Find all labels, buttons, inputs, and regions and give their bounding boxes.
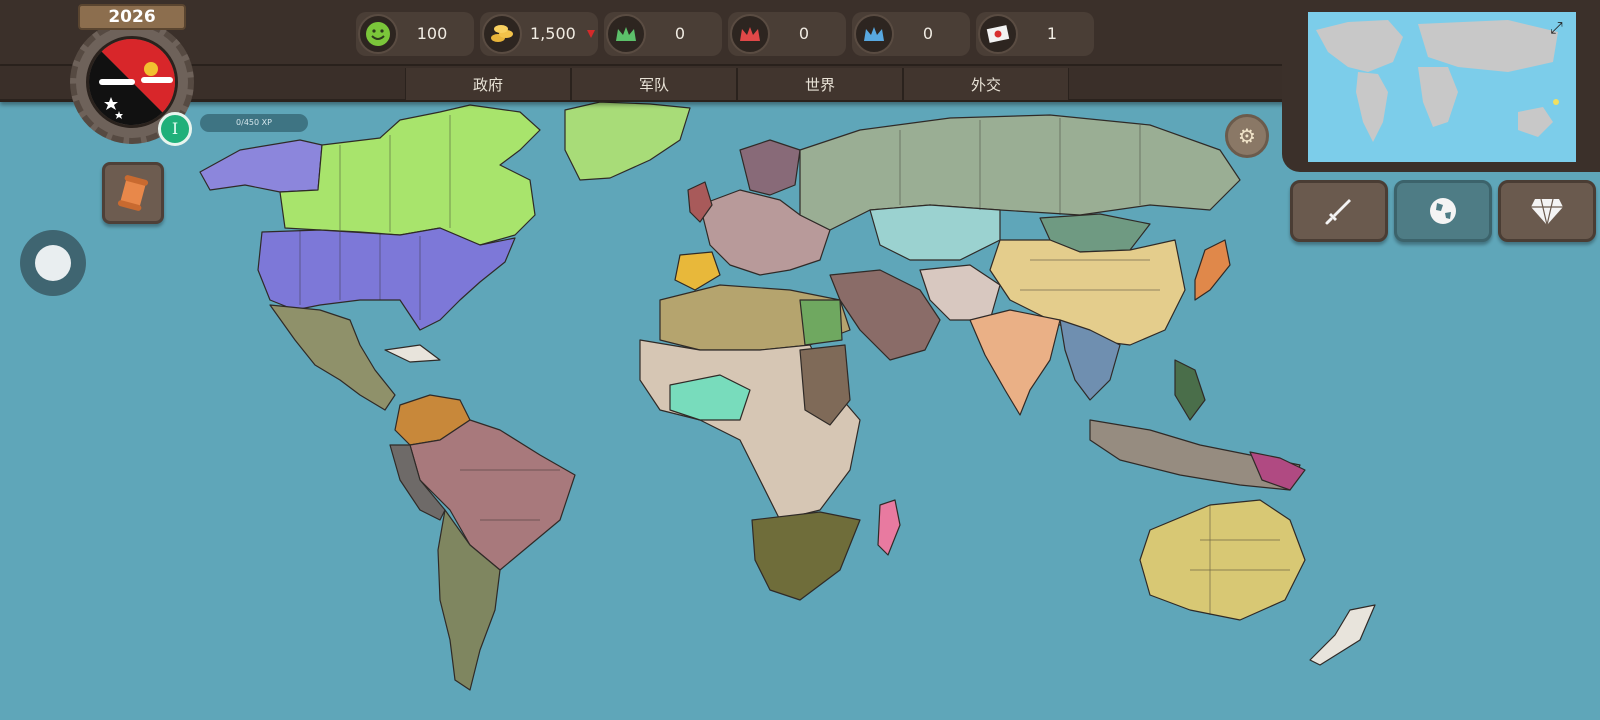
resource-stability[interactable]: 100	[356, 12, 474, 56]
tab-government[interactable]: 政府	[405, 68, 571, 100]
flag-card-icon	[978, 14, 1018, 54]
tab-diplomacy[interactable]: 外交	[903, 68, 1069, 100]
resource-gold[interactable]: 1,500	[480, 12, 598, 56]
region-egypt	[799, 299, 843, 346]
xp-progress-bar: 0/450 XP	[200, 114, 308, 132]
flags-value: 1	[1046, 24, 1058, 43]
sword-icon	[1325, 199, 1351, 225]
globe-icon	[1430, 198, 1456, 224]
tab-army[interactable]: 军队	[571, 68, 737, 100]
sword-button[interactable]	[1290, 180, 1388, 242]
settings-gear-icon[interactable]: ⚙	[1225, 114, 1269, 158]
expand-icon[interactable]: ⤢	[1550, 18, 1563, 38]
resource-green-crown[interactable]: 0	[604, 12, 722, 56]
joystick-knob[interactable]	[35, 245, 71, 281]
gold-coins-icon	[482, 14, 522, 54]
camera-joystick[interactable]	[20, 230, 86, 296]
scroll-icon	[117, 175, 149, 211]
resource-blue-crown[interactable]: 0	[852, 12, 970, 56]
green-crown-icon	[606, 14, 646, 54]
resource-red-crown[interactable]: 0	[728, 12, 846, 56]
blue-crown-icon	[854, 14, 894, 54]
blue-crown-value: 0	[922, 24, 934, 43]
year-label: 2026	[78, 4, 186, 30]
minimap[interactable]	[1308, 12, 1576, 162]
diamond-icon	[1531, 198, 1563, 226]
diamond-button[interactable]	[1498, 180, 1596, 242]
scroll-button[interactable]	[102, 162, 164, 224]
player-level-badge[interactable]: I	[158, 112, 192, 146]
gold-value: 1,500	[530, 24, 576, 43]
stability-value: 100	[416, 24, 448, 43]
green-crown-value: 0	[674, 24, 686, 43]
region-scandinavia	[739, 139, 801, 196]
red-crown-value: 0	[798, 24, 810, 43]
globe-button[interactable]	[1394, 180, 1492, 242]
gold-down-arrow-icon	[587, 30, 595, 38]
smiley-icon	[358, 14, 398, 54]
tab-world[interactable]: 世界	[737, 68, 903, 100]
red-crown-icon	[730, 14, 770, 54]
resource-flags[interactable]: 1	[976, 12, 1094, 56]
